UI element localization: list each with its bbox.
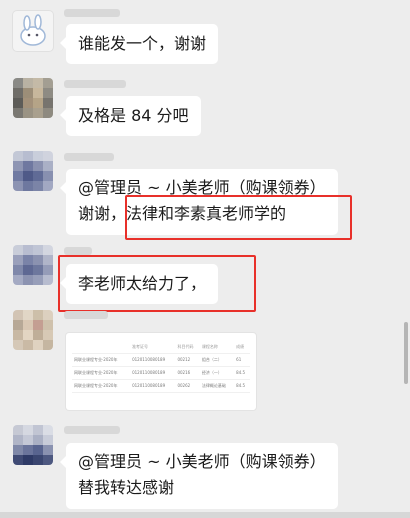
table-cell: 网联业课程专业·2020年 <box>72 353 131 367</box>
table-cell: 0120110080189 <box>130 366 176 380</box>
table-row: 网联业课程专业·2020年 0120110080189 00262 法律概论基础… <box>72 379 250 393</box>
table-row: 网联业课程专业·2020年 0120110080189 00216 经济（一） … <box>72 366 250 380</box>
message-bubble[interactable]: 及格是 84 分吧 <box>60 96 201 136</box>
avatar[interactable] <box>13 310 53 350</box>
table-cell: 61 <box>234 353 250 367</box>
table-cell: 准考证号 <box>130 341 176 354</box>
avatar[interactable] <box>13 78 53 118</box>
table-cell: 00262 <box>175 379 200 393</box>
nickname-placeholder <box>64 247 92 255</box>
table-cell: 组合（二） <box>199 353 235 367</box>
table-cell: 0120110080189 <box>130 353 176 367</box>
table-cell: 成绩 <box>234 341 250 354</box>
avatar[interactable] <box>13 425 53 465</box>
table-cell <box>72 341 131 354</box>
table-row: 网联业课程专业·2020年 0120110080189 00212 组合（二） … <box>72 353 250 367</box>
table-cell: 经济（一） <box>199 366 235 380</box>
nickname-placeholder <box>64 426 120 434</box>
table-cell: 84.5 <box>234 379 250 393</box>
avatar[interactable] <box>13 245 53 285</box>
table-cell: 课程名称 <box>199 341 235 354</box>
table-cell: 0120110080189 <box>130 379 176 393</box>
highlight-box <box>125 195 352 240</box>
nickname-placeholder <box>64 153 114 161</box>
highlight-box <box>58 255 256 312</box>
message-text: 及格是 84 分吧 <box>78 106 189 125</box>
table-cell: 网联业课程专业·2020年 <box>72 379 131 393</box>
mention-line: @管理员 ~ 小美老师（购课领券） <box>78 452 326 471</box>
nickname-placeholder <box>64 80 126 88</box>
table-cell: 84.5 <box>234 366 250 380</box>
cartoon-avatar-icon <box>20 14 46 46</box>
message-text: 谁能发一个，谢谢 <box>78 34 207 53</box>
table-cell: 法律概论基础 <box>199 379 235 393</box>
message-bubble[interactable]: @管理员 ~ 小美老师（购课领券） 替我转达感谢 <box>60 443 338 509</box>
table-cell: 科目代码 <box>175 341 200 354</box>
score-table: 准考证号 科目代码 课程名称 成绩 网联业课程专业·2020年 01201100… <box>72 341 250 393</box>
message-bubble[interactable]: 谁能发一个，谢谢 <box>59 24 219 64</box>
bottom-edge <box>0 512 410 518</box>
scrollbar[interactable] <box>404 322 408 384</box>
table-cell: 00216 <box>175 366 200 380</box>
table-cell: 00212 <box>175 353 200 367</box>
avatar[interactable] <box>13 151 53 191</box>
table-cell: 网联业课程专业·2020年 <box>72 366 131 380</box>
nickname-placeholder <box>64 311 108 319</box>
avatar[interactable] <box>13 11 53 51</box>
message-text: 替我转达感谢 <box>78 478 175 497</box>
nickname-placeholder <box>64 9 120 17</box>
image-message[interactable]: 准考证号 科目代码 课程名称 成绩 网联业课程专业·2020年 01201100… <box>66 333 256 410</box>
